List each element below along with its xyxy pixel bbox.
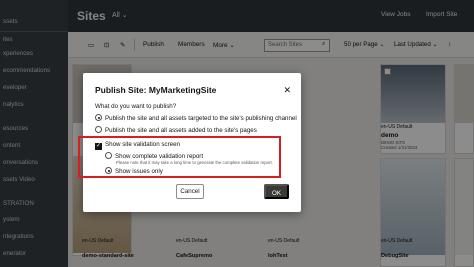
radio-icon[interactable] — [95, 126, 102, 133]
radio-icon[interactable] — [95, 114, 102, 121]
option-targeted-label: Publish the site and all assets targeted… — [105, 115, 297, 122]
highlight-box — [78, 136, 281, 178]
option-page-assets[interactable]: Publish the site and all assets added to… — [95, 126, 257, 134]
ok-button[interactable]: OK — [264, 184, 289, 199]
cancel-button[interactable]: Cancel — [176, 184, 204, 199]
dialog-title: Publish Site: MyMarketingSite — [95, 85, 217, 95]
close-icon[interactable]: ✕ — [283, 85, 291, 96]
publish-question: What do you want to publish? — [95, 103, 177, 110]
option-pages-label: Publish the site and all assets added to… — [105, 127, 257, 134]
option-targeted-assets[interactable]: Publish the site and all assets targeted… — [95, 114, 297, 122]
